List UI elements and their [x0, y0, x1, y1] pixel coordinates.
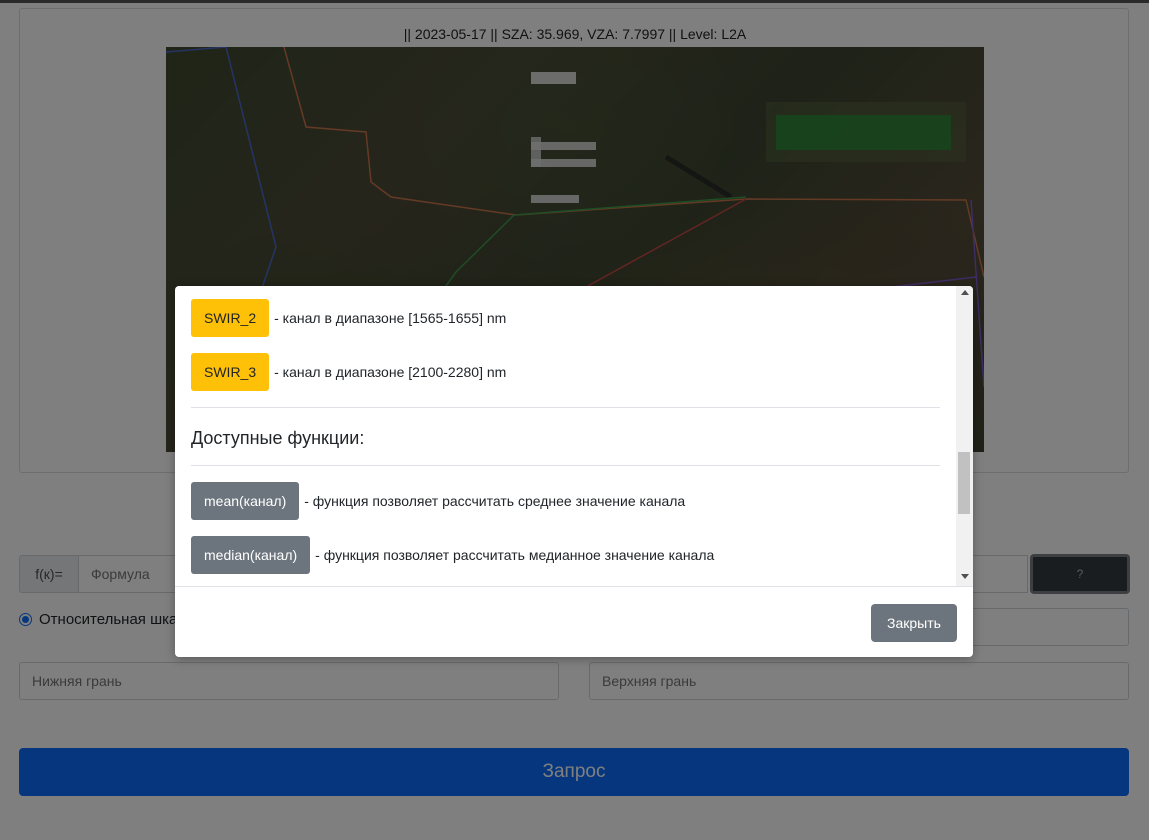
functions-title: Доступные функции: — [191, 428, 365, 448]
modal-content: SWIR_2 - канал в диапазоне [1565-1655] n… — [191, 299, 940, 586]
close-button[interactable]: Закрыть — [871, 604, 957, 642]
modal-scrollbar[interactable] — [956, 286, 973, 586]
function-item: mean(канал) - функция позволяет рассчита… — [191, 482, 940, 536]
function-item: median(канал) - функция позволяет рассчи… — [191, 536, 940, 586]
modal-body: SWIR_2 - канал в диапазоне [1565-1655] n… — [175, 286, 973, 586]
band-description: - канал в диапазоне [1565-1655] nm — [274, 310, 507, 326]
band-badge-swir3: SWIR_3 — [191, 353, 270, 391]
scroll-up-arrow-icon[interactable] — [961, 290, 969, 295]
band-item: SWIR_2 - канал в диапазоне [1565-1655] n… — [191, 299, 940, 353]
function-badge-median: median(канал) — [191, 536, 311, 574]
scroll-thumb[interactable] — [958, 452, 970, 514]
band-description: - канал в диапазоне [2100-2280] nm — [274, 364, 507, 380]
help-modal: SWIR_2 - канал в диапазоне [1565-1655] n… — [175, 286, 973, 657]
function-badge-mean: mean(канал) — [191, 482, 300, 520]
band-item: SWIR_3 - канал в диапазоне [2100-2280] n… — [191, 353, 940, 407]
function-description: - функция позволяет рассчитать медианное… — [315, 547, 715, 563]
function-description: - функция позволяет рассчитать среднее з… — [304, 493, 686, 509]
scroll-down-arrow-icon[interactable] — [961, 574, 969, 579]
divider — [191, 465, 940, 466]
modal-footer: Закрыть — [175, 586, 973, 657]
band-badge-swir2: SWIR_2 — [191, 299, 270, 337]
